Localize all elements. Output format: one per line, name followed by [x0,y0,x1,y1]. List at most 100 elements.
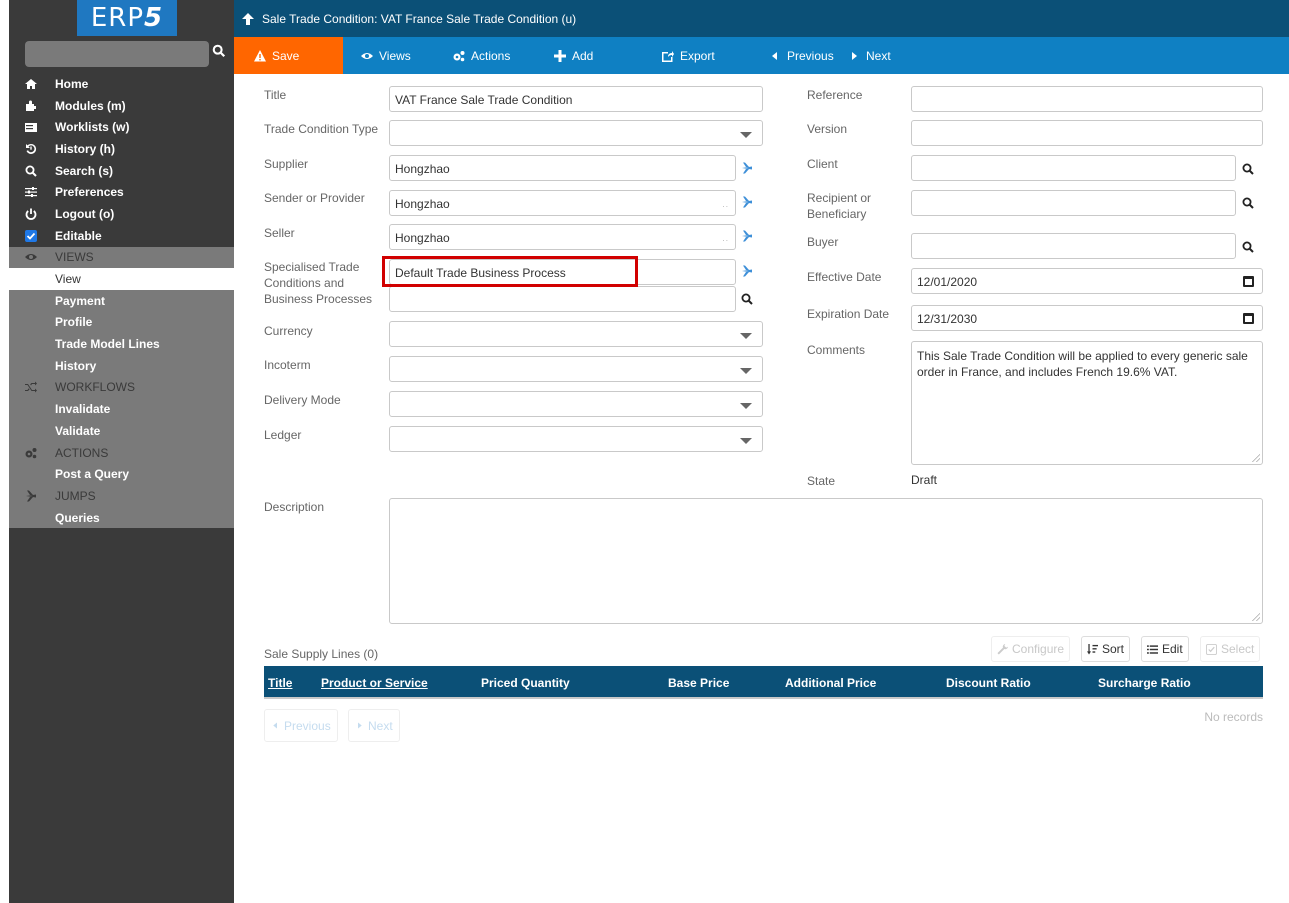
jump-plane-icon[interactable] [741,196,753,208]
buyer-input[interactable] [911,233,1236,259]
calendar-icon[interactable] [1243,276,1254,287]
search-icon [9,165,55,177]
power-icon [9,208,55,220]
export-button[interactable]: Export [629,37,744,74]
section-label: VIEWS [55,250,94,265]
list-next-button[interactable]: Next [348,709,400,742]
calendar-icon[interactable] [1243,313,1254,324]
search-icon[interactable] [1242,197,1254,209]
sidebar-item-preferences[interactable]: Preferences [9,181,234,203]
section-label: JUMPS [55,488,96,503]
plus-icon [554,49,566,62]
actions-button[interactable]: Actions [437,37,533,74]
recipient-input[interactable] [911,190,1236,216]
sidebar-item-payment[interactable]: Payment [9,289,234,312]
caret-right-icon [358,722,362,729]
version-input[interactable] [911,120,1263,146]
jump-plane-icon[interactable] [741,265,753,277]
column-header-product-or-service[interactable]: Product or Service [321,676,428,690]
save-button[interactable]: Save [234,37,343,74]
actions-label: Actions [471,48,511,63]
checkbox-checked-icon[interactable] [9,229,55,242]
sidebar-item-editable[interactable]: Editable [9,225,234,247]
trade-condition-type-select[interactable] [389,120,763,146]
views-label: Views [379,48,411,63]
views-button[interactable]: Views [343,37,437,74]
client-input[interactable] [911,155,1236,181]
expiration-date-value: 12/31/2030 [917,312,978,326]
sidebar-item-search[interactable]: Search (s) [9,160,234,182]
chevron-down-icon [740,333,752,339]
supplier-input[interactable]: Hongzhao [389,155,736,181]
gears-icon [453,50,465,61]
sort-button[interactable]: Sort [1081,636,1131,662]
sidebar-item-label: Validate [55,423,101,438]
sidebar-item-label: Preferences [55,185,124,200]
list-next-label: Next [368,718,393,733]
sidebar-item-history-view[interactable]: History [9,354,234,377]
sidebar-item-post-a-query[interactable]: Post a Query [9,463,234,486]
sender-input[interactable]: Hongzhao.. [389,190,736,216]
previous-label: Previous [787,48,834,63]
list-icon [1147,644,1158,654]
sidebar-item-queries[interactable]: Queries [9,506,234,529]
sidebar-item-history[interactable]: History (h) [9,138,234,160]
arrow-up-icon[interactable] [242,12,254,25]
caret-right-icon [852,51,857,60]
previous-button[interactable]: Previous [744,37,848,74]
jump-plane-icon[interactable] [741,162,753,174]
sidebar-item-logout[interactable]: Logout (o) [9,203,234,225]
page-title[interactable]: Sale Trade Condition: VAT France Sale Tr… [262,12,576,26]
resize-handle[interactable] [1252,613,1260,621]
effective-date-input[interactable]: 12/01/2020 [911,268,1263,294]
next-button[interactable]: Next [848,37,891,74]
expiration-date-input[interactable]: 12/31/2030 [911,305,1263,331]
select-label: Select [1221,642,1255,656]
sidebar-item-label: View [55,272,81,287]
comments-label: Comments [807,343,866,357]
erp5-logo[interactable]: ERP5 [77,0,177,36]
configure-button[interactable]: Configure [991,636,1071,662]
incoterm-select[interactable] [389,356,763,382]
list-previous-button[interactable]: Previous [264,709,338,742]
sidebar-item-label: Home [55,76,89,91]
delivery-mode-select[interactable] [389,391,763,417]
save-label: Save [272,48,300,63]
resize-handle[interactable] [1252,454,1260,462]
sidebar-item-invalidate[interactable]: Invalidate [9,398,234,420]
sidebar-item-validate[interactable]: Validate [9,420,234,442]
sidebar-item-worklists[interactable]: Worklists (w) [9,116,234,138]
edit-label: Edit [1162,642,1183,656]
sidebar-item-home[interactable]: Home [9,73,234,95]
specialised-label-line3: Business Processes [264,292,373,306]
edit-button[interactable]: Edit [1141,636,1189,662]
currency-label: Currency [264,324,313,338]
title-input[interactable]: VAT France Sale Trade Condition [389,86,763,112]
description-textarea[interactable] [389,498,1263,624]
search-icon[interactable] [212,44,228,62]
seller-input[interactable]: Hongzhao.. [389,224,736,250]
recipient-label-line1: Recipient or [807,191,872,205]
currency-select[interactable] [389,321,763,347]
column-header-title[interactable]: Title [268,676,292,690]
search-icon[interactable] [741,293,753,305]
comments-textarea[interactable]: This Sale Trade Condition will be applie… [911,341,1263,465]
add-button[interactable]: Add [533,37,629,74]
sidebar-item-view[interactable]: View [9,268,234,290]
sidebar-section-workflows: WORKFLOWS [9,376,234,399]
reference-input[interactable] [911,86,1263,112]
version-label: Version [807,122,848,136]
search-icon[interactable] [1242,241,1254,253]
select-button[interactable]: Select [1200,636,1261,662]
specialised-search-input[interactable] [389,286,736,312]
sidebar-item-modules[interactable]: Modules (m) [9,95,234,117]
expiration-date-label: Expiration Date [807,307,890,321]
search-icon[interactable] [1242,163,1254,175]
jump-plane-icon[interactable] [741,230,753,242]
ledger-select[interactable] [389,426,763,452]
sidebar-search-input[interactable] [25,41,209,67]
page-header: Sale Trade Condition: VAT France Sale Tr… [234,0,1289,37]
sidebar-item-profile[interactable]: Profile [9,311,234,334]
effective-date-label: Effective Date [807,270,882,284]
sidebar-item-trade-model-lines[interactable]: Trade Model Lines [9,333,234,355]
